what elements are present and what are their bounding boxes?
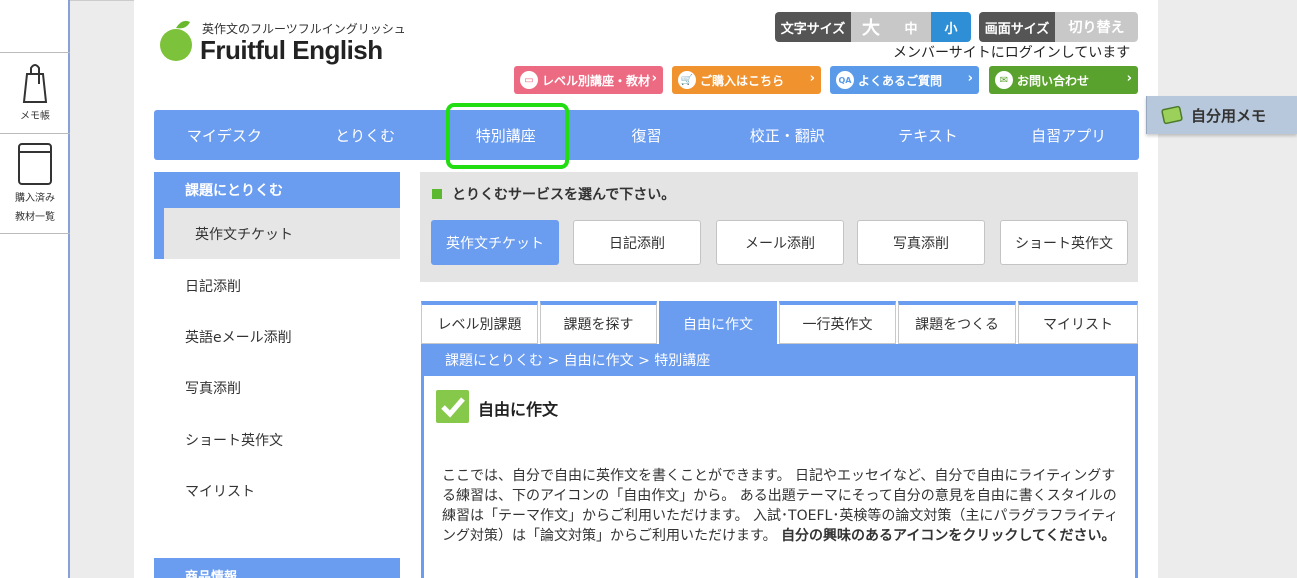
screen-size-toggle[interactable]: 切り替え bbox=[1055, 12, 1138, 42]
book-icon bbox=[18, 143, 52, 185]
sidebar-item-diary[interactable]: 日記添削 bbox=[185, 276, 241, 296]
text-size-control: 文字サイズ 大 中 小 bbox=[775, 12, 971, 42]
service-ticket-button[interactable]: 英作文チケット bbox=[431, 220, 559, 265]
login-status: メンバーサイトにログインしています bbox=[893, 45, 1131, 61]
service-title: とりくむサービスを選んで下さい。 bbox=[432, 184, 675, 204]
tab-mylist[interactable]: マイリスト bbox=[1018, 301, 1138, 344]
service-title-text: とりくむサービスを選んで下さい。 bbox=[452, 187, 676, 203]
content-panel: 自由に作文 ここでは、自分で自由に英作文を書くことができます。 日記やエッセイな… bbox=[421, 376, 1138, 578]
service-photo-button[interactable]: 写真添削 bbox=[857, 220, 985, 265]
text-size-large[interactable]: 大 bbox=[851, 12, 891, 42]
tab-search[interactable]: 課題を探す bbox=[540, 301, 657, 344]
purchase-label: ご購入はこちら bbox=[700, 73, 785, 88]
qa-icon: QA bbox=[836, 71, 854, 89]
divider bbox=[0, 52, 70, 53]
sidebar-item-email[interactable]: 英語eメール添削 bbox=[185, 327, 292, 347]
level-materials-button[interactable]: ▭ レベル別講座・教材 › bbox=[514, 66, 663, 94]
service-mail-button[interactable]: メール添削 bbox=[716, 220, 844, 265]
right-strip bbox=[1158, 0, 1297, 578]
tab-create[interactable]: 課題をつくる bbox=[898, 301, 1016, 344]
divider bbox=[0, 233, 70, 234]
sidebar-header: 課題にとりくむ bbox=[154, 172, 400, 208]
sidebar-item-ticket[interactable]: 英作文チケット bbox=[154, 208, 400, 259]
checkmark-icon bbox=[436, 390, 469, 423]
divider bbox=[0, 133, 70, 134]
service-short-button[interactable]: ショート英作文 bbox=[1000, 220, 1128, 265]
memo-tool[interactable]: メモ帳 bbox=[0, 60, 70, 122]
my-memo-tab[interactable]: 自分用メモ bbox=[1146, 96, 1297, 134]
sidebar-item-photo[interactable]: 写真添削 bbox=[185, 378, 241, 398]
my-memo-label: 自分用メモ bbox=[1191, 106, 1267, 125]
contact-label: お問い合わせ bbox=[1017, 73, 1090, 88]
screen-size-label: 画面サイズ bbox=[979, 12, 1055, 42]
text-size-label: 文字サイズ bbox=[775, 12, 851, 42]
content-body: ここでは、自分で自由に英作文を書くことができます。 日記やエッセイなど、自分で自… bbox=[442, 466, 1122, 546]
purchase-button[interactable]: 🛒 ご購入はこちら › bbox=[672, 66, 821, 94]
document-icon: ▭ bbox=[520, 71, 538, 89]
tab-free-writing[interactable]: 自由に作文 bbox=[659, 301, 777, 344]
mail-icon: ✉ bbox=[995, 71, 1013, 89]
text-size-medium[interactable]: 中 bbox=[891, 12, 931, 42]
nav-text[interactable]: テキスト bbox=[858, 110, 999, 160]
sidebar-item-mylist[interactable]: マイリスト bbox=[185, 481, 255, 501]
sidebar-item-short[interactable]: ショート英作文 bbox=[185, 430, 283, 450]
screen-size-control: 画面サイズ 切り替え bbox=[979, 12, 1138, 42]
cart-icon: 🛒 bbox=[678, 71, 696, 89]
fruit-icon bbox=[160, 20, 192, 61]
highlight-box bbox=[446, 103, 569, 169]
level-materials-label: レベル別講座・教材 bbox=[542, 73, 651, 88]
memo-pad-icon bbox=[22, 64, 48, 103]
tool-strip: メモ帳 購入済み 教材一覧 bbox=[0, 0, 70, 578]
tab-level[interactable]: レベル別課題 bbox=[421, 301, 538, 344]
content-heading: 自由に作文 bbox=[478, 400, 559, 419]
content-body-bold: 自分の興味のあるアイコンをクリックしてください。 bbox=[781, 528, 1116, 544]
notebook-icon bbox=[1161, 105, 1183, 125]
chevron-right-icon: › bbox=[1126, 71, 1132, 86]
nav-self-study-app[interactable]: 自習アプリ bbox=[998, 110, 1139, 160]
nav-my-desk[interactable]: マイデスク bbox=[154, 110, 295, 160]
text-size-small[interactable]: 小 bbox=[931, 12, 971, 42]
chevron-right-icon: › bbox=[967, 71, 973, 86]
breadcrumb: 課題にとりくむ > 自由に作文 > 特別講座 bbox=[421, 344, 1138, 376]
sidebar-header-products: 商品情報 bbox=[154, 558, 400, 578]
chevron-right-icon: › bbox=[809, 71, 815, 86]
square-bullet-icon bbox=[432, 189, 442, 199]
nav-review[interactable]: 復習 bbox=[576, 110, 717, 160]
books-label-1: 購入済み bbox=[15, 193, 55, 204]
chevron-right-icon: › bbox=[651, 71, 657, 86]
faq-label: よくあるご質問 bbox=[858, 73, 943, 88]
faq-button[interactable]: QA よくあるご質問 › bbox=[830, 66, 979, 94]
memo-tool-label: メモ帳 bbox=[20, 111, 50, 122]
main-nav: マイデスク とりくむ 特別講座 復習 校正・翻訳 テキスト 自習アプリ bbox=[154, 110, 1139, 160]
service-panel: とりくむサービスを選んで下さい。 英作文チケット 日記添削 メール添削 写真添削… bbox=[420, 172, 1138, 282]
purchased-books-tool[interactable]: 購入済み 教材一覧 bbox=[0, 142, 70, 223]
nav-work[interactable]: とりくむ bbox=[295, 110, 436, 160]
nav-correction[interactable]: 校正・翻訳 bbox=[717, 110, 858, 160]
logo-title: Fruitful English bbox=[200, 35, 383, 65]
tab-one-line[interactable]: 一行英作文 bbox=[779, 301, 896, 344]
contact-button[interactable]: ✉ お問い合わせ › bbox=[989, 66, 1138, 94]
service-diary-button[interactable]: 日記添削 bbox=[573, 220, 701, 265]
books-label-2: 教材一覧 bbox=[15, 212, 55, 223]
